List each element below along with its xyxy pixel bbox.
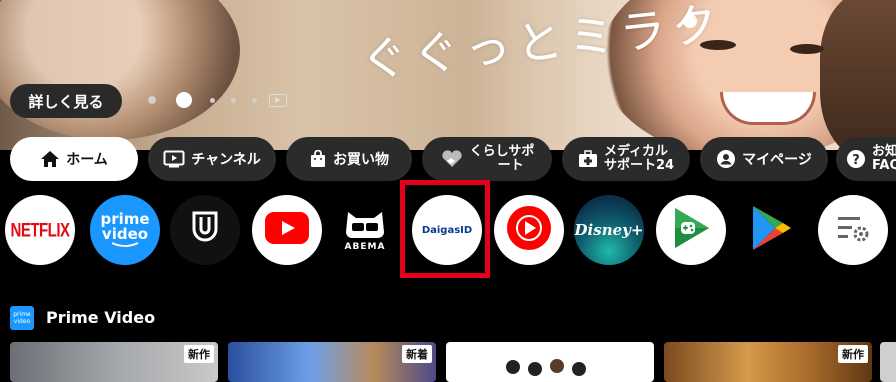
app-abema[interactable]: ABEMA [330,195,400,265]
tab-life-support-label-1: くらしサポ [469,144,535,159]
help-icon: ? [846,149,866,169]
app-settings-icon [836,213,870,247]
thumbnail-card[interactable]: 新作 [10,342,218,382]
new-tag: 新作 [838,345,868,363]
new-tag: 新作 [184,345,214,363]
tab-life-support[interactable]: くらしサポ ート [422,137,552,181]
tv-icon [163,150,185,168]
medical-kit-icon [578,150,598,168]
tab-medical-label-1: メディカル [603,144,669,159]
details-button[interactable]: 詳しく見る [10,84,122,118]
carousel-dot [148,96,156,104]
handshake-heart-icon [440,149,464,169]
tab-shopping-label: お買い物 [333,152,389,168]
home-icon [40,150,60,168]
shopping-bag-icon [309,150,327,168]
unext-icon [188,209,222,251]
app-youtube-music[interactable] [494,195,564,265]
app-youtube[interactable] [252,195,322,265]
tab-medical-label-2: サポート24 [603,158,675,173]
tab-channel[interactable]: チャンネル [148,137,276,181]
app-unext[interactable] [170,195,240,265]
carousel-dot [231,97,236,103]
app-play-store[interactable] [736,195,806,265]
app-disney-plus[interactable]: Disney+ [574,195,644,265]
hero-slogan-dot [683,14,697,28]
tab-info-label-1: お知 [872,144,896,159]
hero-image-left [0,0,240,140]
app-play-games[interactable] [656,195,726,265]
account-icon [716,149,736,169]
carousel-dot [252,97,257,103]
hero-eye [790,44,824,54]
app-prime-video[interactable]: prime video [90,195,160,265]
thumbnail-card[interactable]: 新着 [228,342,436,382]
disney-plus-icon: Disney+ [574,221,644,239]
thumbnail-card[interactable] [446,342,654,382]
hero-image-hair [820,0,896,150]
play-store-icon [749,204,793,256]
tab-home[interactable]: ホーム [10,137,138,181]
section-title: Prime Video [46,308,156,327]
new-arrival-tag: 新着 [402,345,432,363]
tab-shopping[interactable]: お買い物 [286,137,412,181]
carousel-dot-active [176,92,192,108]
tab-my-page-label: マイページ [742,152,812,168]
thumbnail-card[interactable] [880,342,896,382]
focus-highlight [400,180,490,278]
tab-life-support-label-2: ート [497,158,524,173]
app-settings[interactable] [818,195,888,265]
abema-icon: ABEMA [342,208,388,252]
netflix-icon: NETFLIX [10,218,71,242]
prime-video-icon: prime video [100,212,150,248]
tab-medical-support[interactable]: メディカル サポート24 [562,137,690,181]
tab-channel-label: チャンネル [191,152,261,168]
tab-my-page[interactable]: マイページ [700,137,828,181]
carousel-indicator [148,92,287,108]
tab-info-faq[interactable]: ? お知 FAQ [836,137,896,181]
app-netflix[interactable]: NETFLIX [5,195,75,265]
thumbnail-card[interactable]: 新作 [664,342,872,382]
youtube-icon [265,212,309,248]
tab-info-label-2: FAQ [872,158,896,173]
video-icon [269,93,287,107]
prime-video-badge-icon: prime video [10,306,34,330]
play-games-icon [669,205,713,255]
carousel-dot [210,97,215,103]
hero-banner[interactable]: ぐぐっとミラク 詳しく見る [0,0,896,150]
tab-home-label: ホーム [66,152,108,168]
youtube-music-icon [506,205,552,255]
svg-text:?: ? [852,153,860,168]
